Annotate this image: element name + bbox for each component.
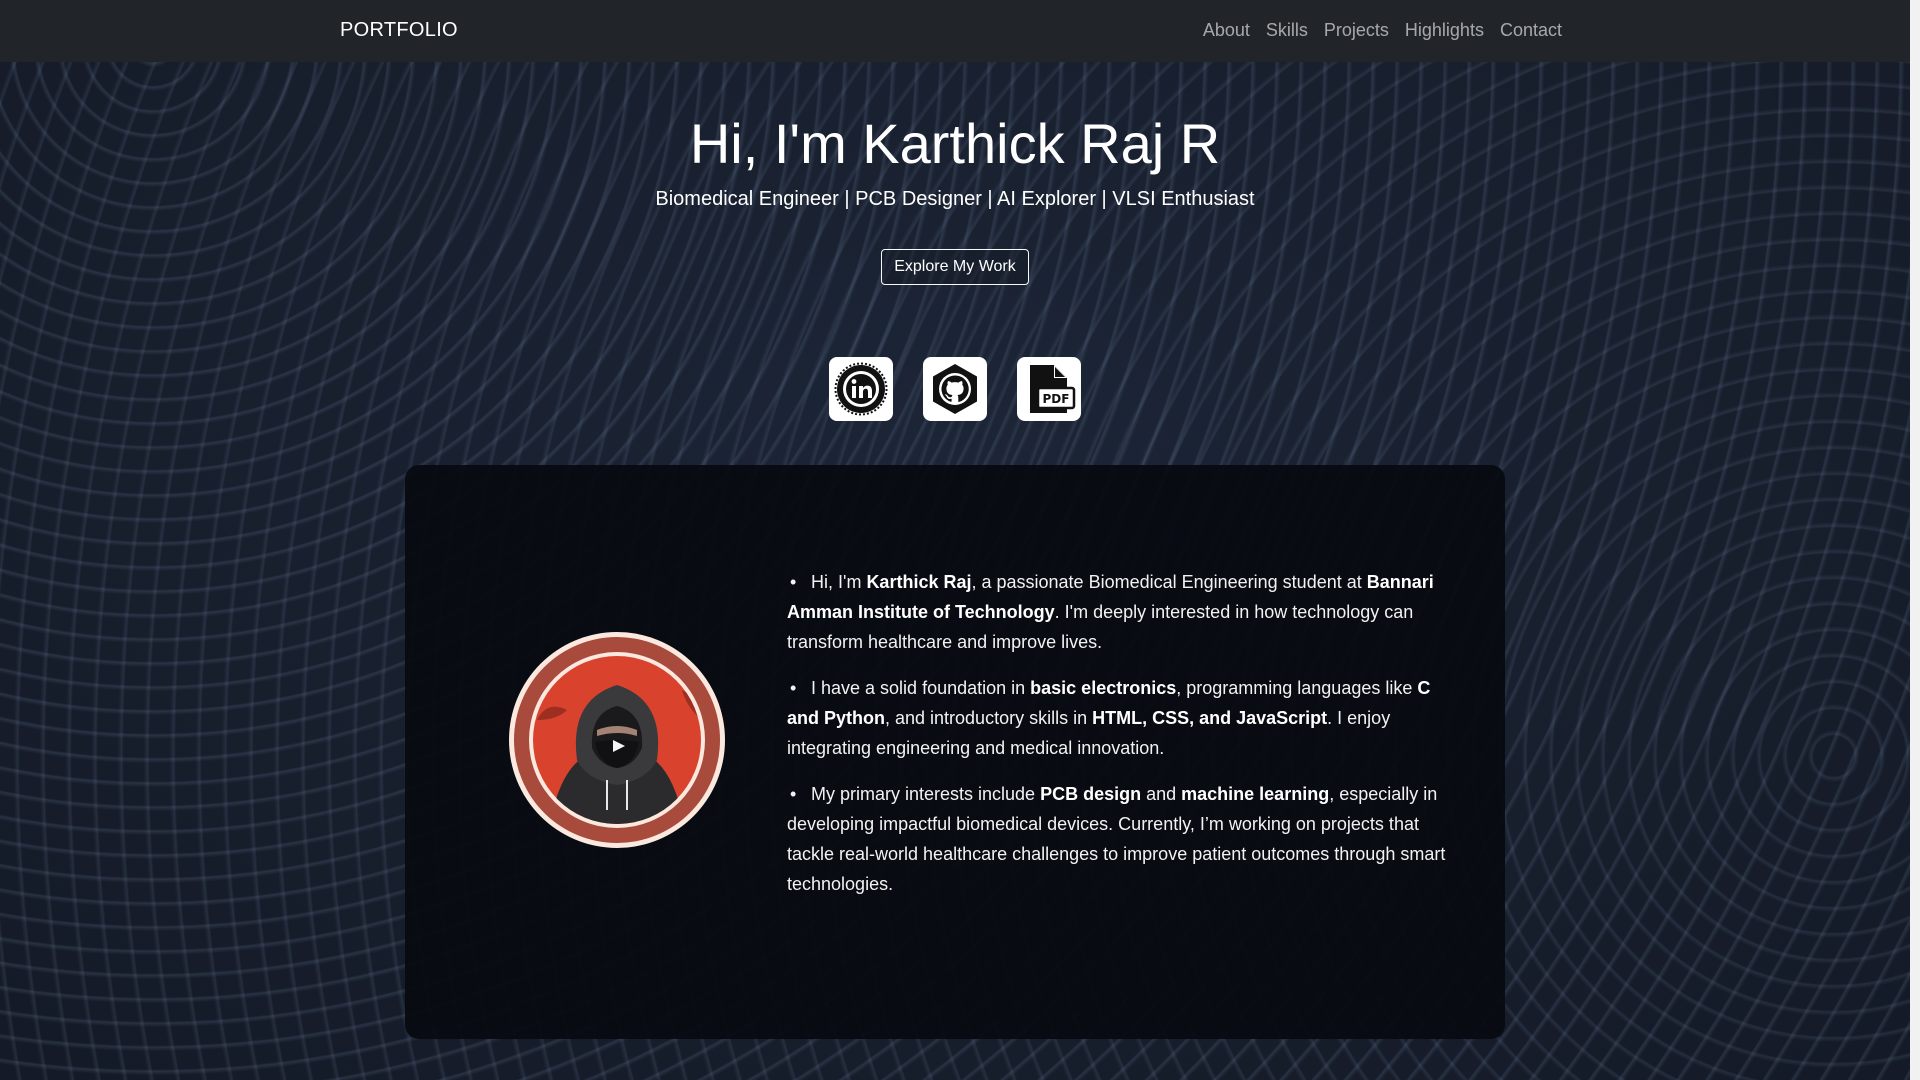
explore-work-button[interactable]: Explore My Work (881, 249, 1029, 286)
list-item: • I have a solid foundation in basic elec… (787, 678, 1431, 758)
social-links: PDF (0, 357, 1910, 422)
github-link[interactable] (923, 357, 987, 422)
hooded-figure-avatar (509, 632, 725, 848)
hero-title: Hi, I'm Karthick Raj R (689, 112, 1221, 175)
hero-section: Hi, I'm Karthick Raj R Biomedical Engine… (0, 62, 1910, 422)
about-list: • Hi, I'm Karthick Raj, a passionate Biom… (787, 567, 1457, 915)
hero-subtitle: Biomedical Engineer | PCB Designer | AI … (655, 188, 1255, 211)
github-icon (933, 364, 977, 415)
about-card: • Hi, I'm Karthick Raj, a passionate Biom… (405, 465, 1505, 1039)
nav-link-about[interactable]: About (1203, 20, 1250, 41)
nav-link-skills[interactable]: Skills (1266, 20, 1308, 41)
nav-link-contact[interactable]: Contact (1500, 20, 1562, 41)
avatar (507, 630, 727, 850)
nav-links: About Skills Projects Highlights Contact (1203, 20, 1562, 41)
list-item: • My primary interests include PCB design… (787, 784, 1446, 894)
svg-text:PDF: PDF (1043, 392, 1070, 406)
linkedin-icon (834, 362, 888, 416)
resume-pdf-link[interactable]: PDF (1017, 357, 1081, 422)
nav-link-projects[interactable]: Projects (1324, 20, 1389, 41)
nav-link-highlights[interactable]: Highlights (1405, 20, 1484, 41)
navbar: PORTFOLIO About Skills Projects Highligh… (0, 0, 1910, 62)
brand-logo[interactable]: PORTFOLIO (340, 19, 458, 42)
pdf-icon: PDF (1030, 365, 1076, 414)
linkedin-link[interactable] (829, 357, 893, 422)
list-item: • Hi, I'm Karthick Raj, a passionate Biom… (787, 572, 1434, 652)
page-scrollbar[interactable] (1910, 0, 1920, 1080)
